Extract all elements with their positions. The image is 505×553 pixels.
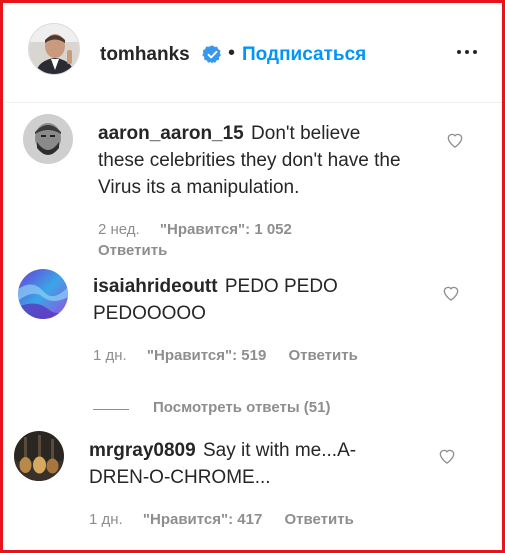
comment-body: mrgray0809 Say it with me...A-DREN-O-CHR… [89,437,389,491]
screenshot-frame: tomhanks • Подписаться aaron_aaron_15 Do… [0,0,505,553]
comment-likes[interactable]: "Нравится": 1 052 [160,221,292,238]
comment-time[interactable]: 1 дн. [93,347,127,364]
comment-time[interactable]: 1 дн. [89,511,123,528]
follow-button[interactable]: Подписаться [242,44,366,66]
separator-dot: • [228,42,236,64]
heart-outline-icon[interactable] [437,446,457,466]
verified-badge-icon [202,44,223,65]
commenter-avatar[interactable] [18,269,68,319]
heart-outline-icon[interactable] [445,130,465,150]
comment-likes[interactable]: "Нравится": 519 [147,347,266,364]
comment-author[interactable]: mrgray0809 [89,440,196,461]
heart-outline-icon[interactable] [441,283,461,303]
comment-author[interactable]: isaiahrideoutt [93,276,218,297]
tomhanks-avatar[interactable] [28,23,80,75]
comment-body: isaiahrideoutt PEDO PEDO PEDOOOOO [93,273,393,327]
comment-author[interactable]: aaron_aaron_15 [98,123,244,144]
post-header: tomhanks • Подписаться [6,6,502,103]
comment-meta: 1 дн. "Нравится": 417 Ответить [89,511,354,528]
comment-meta-row2: Ответить [98,242,167,259]
commenter-avatar[interactable] [14,431,64,481]
post-author-username[interactable]: tomhanks [100,44,190,66]
comment-meta: 1 дн. "Нравится": 519 Ответить [93,347,358,364]
reply-button[interactable]: Ответить [289,347,358,364]
reply-button[interactable]: Ответить [285,511,354,528]
comment-time[interactable]: 2 нед. [98,221,140,238]
view-replies-label[interactable]: Посмотреть ответы (51) [153,399,330,416]
comment-meta: 2 нед. "Нравится": 1 052 [98,221,310,238]
commenter-avatar[interactable] [23,114,73,164]
replies-divider-line [93,409,129,410]
comment-body: aaron_aaron_15 Don't believe these celeb… [98,120,408,201]
more-options-icon[interactable] [454,39,480,65]
comment-likes[interactable]: "Нравится": 417 [143,511,262,528]
reply-button[interactable]: Ответить [98,242,167,259]
